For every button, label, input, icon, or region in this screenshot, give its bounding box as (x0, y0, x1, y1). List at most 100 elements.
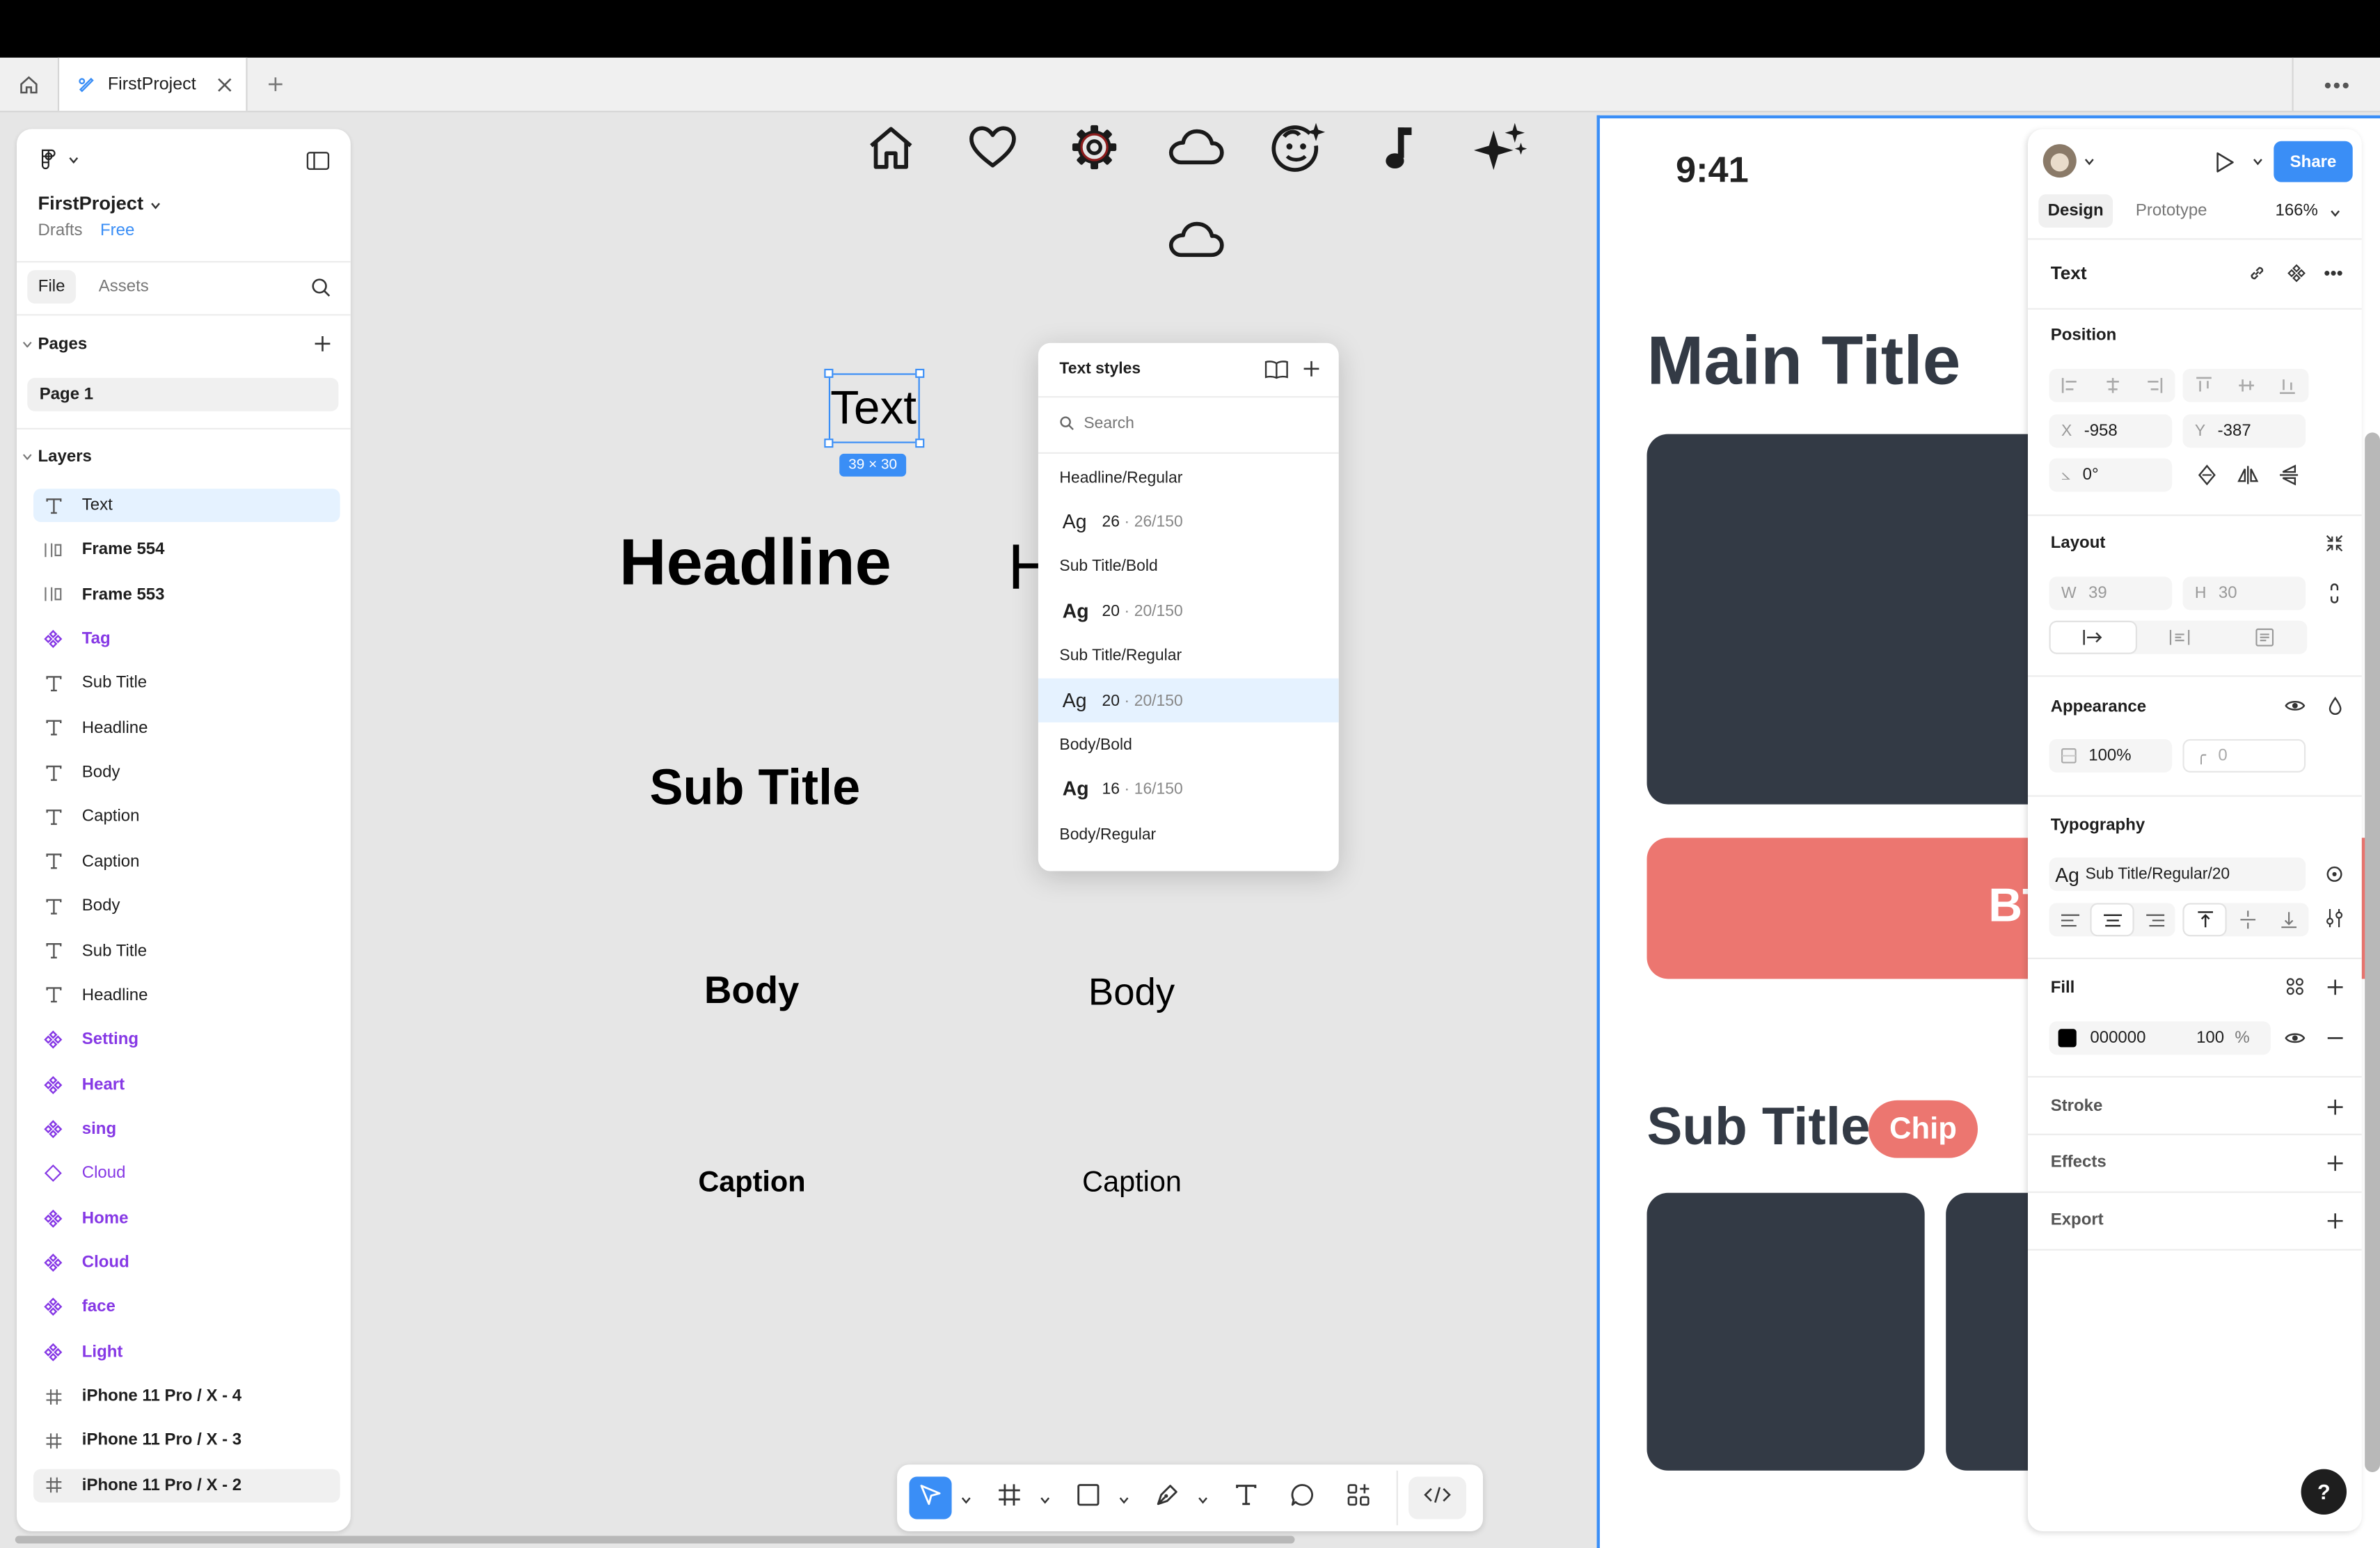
sparkle-icon[interactable] (1471, 121, 1532, 173)
horizontal-scrollbar[interactable] (15, 1535, 1295, 1544)
style-row-subtitle-bold[interactable]: Ag 20 · 20/150 (1038, 589, 1339, 633)
eye-icon[interactable] (2283, 695, 2307, 717)
rotation-field[interactable]: ⦣ 0° (2049, 458, 2173, 492)
text-style-field[interactable]: Ag Sub Title/Regular/20 (2049, 857, 2306, 891)
tab-file[interactable]: File (27, 270, 77, 304)
layer-item[interactable]: Sub Title (33, 667, 340, 700)
project-location[interactable]: Drafts (38, 221, 83, 239)
eye-icon[interactable] (2283, 1027, 2307, 1049)
dark-card[interactable] (1647, 1192, 1925, 1471)
text-align-middle-icon[interactable] (2227, 903, 2268, 936)
opacity-field[interactable]: 100% (2049, 739, 2173, 773)
flip-horizontal-icon[interactable] (2236, 463, 2260, 487)
page-item[interactable]: Page 1 (27, 377, 339, 411)
chevron-down-icon[interactable] (2329, 207, 2340, 219)
home-tab[interactable] (0, 58, 56, 111)
text-align-top-icon[interactable] (2184, 904, 2226, 935)
selected-text-layer[interactable]: Text (824, 368, 925, 448)
comment-tool[interactable] (1281, 1477, 1324, 1519)
main-title[interactable]: Main Title (1647, 322, 1961, 400)
layer-item[interactable]: Heart (33, 1068, 340, 1101)
chip[interactable]: Chip (1868, 1100, 1978, 1158)
layer-item[interactable]: Light (33, 1335, 340, 1368)
headline-bold-sample[interactable]: Headline (619, 527, 891, 601)
help-button[interactable]: ? (2301, 1469, 2347, 1515)
layer-item[interactable]: Frame 553 (33, 578, 340, 611)
subtitle-bold-sample[interactable]: Sub Title (650, 759, 861, 816)
align-middle-icon[interactable] (2225, 369, 2267, 402)
layer-item[interactable]: face (33, 1290, 340, 1324)
text-align-left-icon[interactable] (2049, 903, 2091, 936)
sidebar-toggle-icon[interactable] (303, 149, 331, 173)
layer-item[interactable]: sing (33, 1112, 340, 1146)
layer-item[interactable]: Caption (33, 800, 340, 834)
tab-first-project[interactable]: FirstProject (57, 57, 248, 111)
tab-prototype[interactable]: Prototype (2136, 202, 2207, 220)
settings-icon[interactable] (1067, 121, 1122, 173)
layer-item[interactable]: Tag (33, 622, 340, 656)
layer-item[interactable]: Body (33, 890, 340, 923)
align-right-icon[interactable] (2133, 369, 2175, 402)
x-field[interactable]: X -958 (2049, 414, 2173, 448)
color-swatch[interactable] (2058, 1029, 2077, 1048)
add-page-icon[interactable] (312, 334, 332, 354)
body-bold-sample[interactable]: Body (704, 970, 799, 1013)
collapse-icon[interactable] (22, 338, 33, 350)
dev-mode-toggle[interactable] (1409, 1476, 1466, 1519)
resize-handle[interactable] (915, 439, 925, 448)
search-icon[interactable] (310, 276, 331, 298)
resize-handle[interactable] (824, 368, 834, 378)
add-export-icon[interactable] (2324, 1210, 2345, 1231)
width-field[interactable]: W 39 (2049, 576, 2173, 610)
layer-item[interactable]: Headline (33, 979, 340, 1012)
share-button[interactable]: Share (2274, 141, 2353, 182)
tab-assets[interactable]: Assets (99, 278, 149, 296)
add-effect-icon[interactable] (2324, 1152, 2345, 1174)
frame-tool[interactable] (988, 1477, 1031, 1519)
layer-item[interactable]: iPhone 11 Pro / X - 4 (33, 1380, 340, 1413)
layer-item[interactable]: Body (33, 756, 340, 789)
pen-tool-menu[interactable] (1195, 1477, 1210, 1519)
text-align-center-icon[interactable] (2091, 904, 2133, 935)
new-tab-button[interactable] (258, 58, 292, 111)
rotate-icon[interactable] (2195, 463, 2219, 487)
play-icon[interactable] (2213, 150, 2237, 175)
layer-item[interactable]: Setting (33, 1023, 340, 1057)
caption-bold-sample[interactable]: Caption (698, 1167, 805, 1201)
layer-item[interactable]: Caption (33, 845, 340, 878)
face-icon[interactable] (1267, 121, 1328, 173)
layer-item[interactable]: Home (33, 1201, 340, 1235)
type-settings-icon[interactable] (2324, 908, 2345, 929)
move-tool[interactable] (909, 1476, 952, 1519)
chevron-down-icon[interactable] (65, 152, 81, 167)
fill-color-field[interactable]: 000000 100 % (2049, 1021, 2271, 1055)
style-row-subtitle-regular[interactable]: Ag 20 · 20/150 (1038, 678, 1339, 722)
add-stroke-icon[interactable] (2324, 1096, 2345, 1117)
home-icon[interactable] (864, 121, 919, 173)
shape-tool[interactable] (1067, 1477, 1109, 1519)
resize-handle[interactable] (915, 368, 925, 378)
text-align-bottom-icon[interactable] (2268, 903, 2309, 936)
align-bottom-icon[interactable] (2267, 369, 2308, 402)
library-icon[interactable] (1263, 356, 1290, 381)
style-row-body-bold[interactable]: Ag 16 · 16/150 (1038, 766, 1339, 810)
detach-style-icon[interactable] (2324, 864, 2345, 885)
layer-item[interactable]: iPhone 11 Pro / X - 3 (33, 1424, 340, 1458)
project-name[interactable]: FirstProject (38, 193, 144, 214)
add-style-icon[interactable] (1299, 356, 1324, 381)
tab-design[interactable]: Design (2038, 194, 2113, 228)
pen-tool[interactable] (1146, 1477, 1189, 1519)
styles-grid-icon[interactable] (2285, 976, 2306, 997)
plan-badge[interactable]: Free (100, 221, 134, 239)
avatar[interactable] (2042, 144, 2077, 178)
remove-fill-icon[interactable] (2324, 1027, 2345, 1049)
more-options-icon[interactable]: ••• (2324, 262, 2343, 284)
layer-item[interactable]: Sub Title (33, 934, 340, 968)
move-tool-menu[interactable] (958, 1477, 973, 1519)
auto-width-icon[interactable] (2050, 622, 2136, 653)
frame-tool-menu[interactable] (1037, 1477, 1052, 1519)
layer-item[interactable]: Cloud (33, 1157, 340, 1190)
layer-item[interactable]: Text (33, 489, 340, 523)
main-menu-icon[interactable] (38, 149, 60, 171)
chevron-down-icon[interactable] (2082, 155, 2094, 166)
